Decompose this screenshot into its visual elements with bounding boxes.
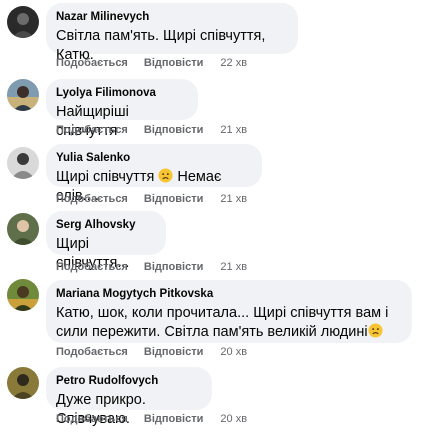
timestamp[interactable]: 21 хв: [220, 124, 247, 136]
author-name[interactable]: Nazar Milinevych: [56, 10, 288, 24]
comment-bubble: Nazar Milinevych Світла пам'ять. Щирі сп…: [46, 3, 298, 63]
avatar[interactable]: [7, 79, 39, 111]
like-button[interactable]: Подобається: [56, 261, 128, 273]
reply-button[interactable]: Відповісти: [144, 413, 203, 425]
comment-actions: Подобається Відповісти 20 хв: [56, 413, 247, 425]
reply-button[interactable]: Відповісти: [144, 193, 203, 205]
author-name[interactable]: Serg Alhovsky: [56, 218, 156, 232]
like-button[interactable]: Подобається: [56, 193, 128, 205]
comment-bubble: Yulia Salenko Щирі співчуття Немає слів.…: [46, 144, 262, 204]
comment-bubble: Petro Rudolfovych Дуже прикро. Співчуваю…: [46, 367, 212, 427]
comment-actions: Подобається Відповісти 22 хв: [56, 57, 247, 69]
avatar[interactable]: [7, 367, 39, 399]
comment-text-part: Катю, шок, коли прочитала... Щирі співчу…: [56, 305, 389, 340]
timestamp[interactable]: 21 хв: [220, 261, 247, 273]
like-button[interactable]: Подобається: [56, 413, 128, 425]
like-button[interactable]: Подобається: [56, 346, 128, 358]
reply-button[interactable]: Відповісти: [144, 261, 203, 273]
timestamp[interactable]: 21 хв: [220, 193, 247, 205]
author-name[interactable]: Mariana Mogytych Pitkovska: [56, 287, 402, 301]
comment-bubble: Lyolya Filimonova Найщиріші співчуття: [46, 79, 198, 139]
timestamp[interactable]: 20 хв: [220, 413, 247, 425]
author-name[interactable]: Lyolya Filimonova: [56, 86, 188, 100]
reply-button[interactable]: Відповісти: [144, 346, 203, 358]
comment-actions: Подобається Відповісти 21 хв: [56, 261, 247, 273]
sad-face-icon: [368, 323, 383, 338]
reply-button[interactable]: Відповісти: [144, 57, 203, 69]
avatar[interactable]: [7, 279, 39, 311]
avatar[interactable]: [7, 213, 39, 245]
comment-actions: Подобається Відповісти 21 хв: [56, 193, 247, 205]
timestamp[interactable]: 20 хв: [220, 346, 247, 358]
avatar[interactable]: [7, 147, 39, 179]
avatar[interactable]: [7, 6, 39, 38]
comment-bubble: Mariana Mogytych Pitkovska Катю, шок, ко…: [46, 280, 412, 343]
comment-text-part: Щирі співчуття: [56, 169, 155, 185]
author-name[interactable]: Yulia Salenko: [56, 151, 252, 165]
reply-button[interactable]: Відповісти: [144, 124, 203, 136]
like-button[interactable]: Подобається: [56, 124, 128, 136]
timestamp[interactable]: 22 хв: [220, 57, 247, 69]
comment-actions: Подобається Відповісти 20 хв: [56, 346, 247, 358]
comment-text: Катю, шок, коли прочитала... Щирі співчу…: [56, 304, 402, 342]
comment-actions: Подобається Відповісти 21 хв: [56, 124, 247, 136]
sad-face-icon: [158, 168, 173, 183]
author-name[interactable]: Petro Rudolfovych: [56, 374, 202, 388]
like-button[interactable]: Подобається: [56, 57, 128, 69]
comment-bubble: Serg Alhovsky Щирі співчуття...: [46, 211, 166, 271]
